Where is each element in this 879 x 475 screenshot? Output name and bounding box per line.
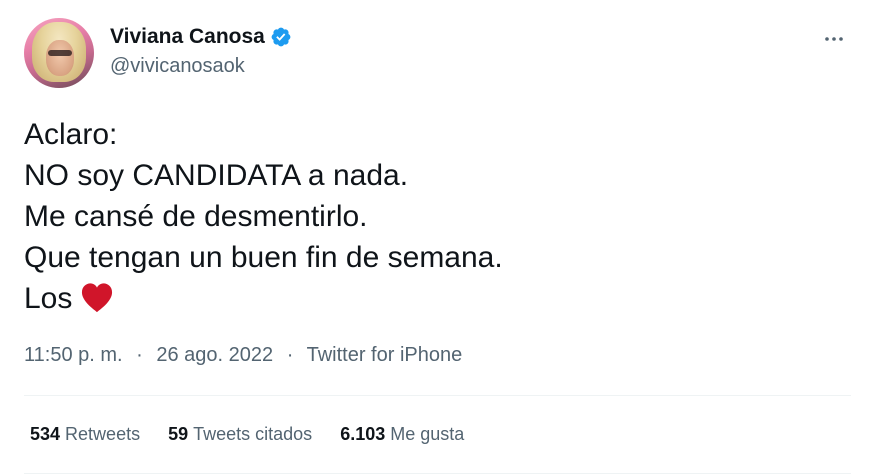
likes-label: Me gusta	[390, 424, 465, 444]
tweet-line-5: Los	[24, 278, 503, 319]
tweet-line-3: Me cansé de desmentirlo.	[24, 200, 368, 233]
tweet-meta: 11:50 p. m. · 26 ago. 2022 · Twitter for…	[24, 342, 462, 368]
tweet-line-4: Que tengan un buen fin de semana.	[24, 241, 503, 274]
likes-count: 6.103	[340, 424, 386, 444]
tweet-line-5-text: Los	[24, 282, 73, 315]
meta-separator: ·	[136, 344, 143, 366]
retweets-stat[interactable]: 534 Retweets	[30, 422, 140, 446]
retweets-label: Retweets	[65, 424, 141, 444]
likes-stat[interactable]: 6.103 Me gusta	[340, 422, 464, 446]
quote-tweets-count: 59	[168, 424, 189, 444]
tweet-date[interactable]: 26 ago. 2022	[156, 344, 273, 366]
divider	[24, 395, 851, 396]
quote-tweets-label: Tweets citados	[193, 424, 313, 444]
avatar-face	[46, 40, 74, 76]
quote-tweets-stat[interactable]: 59 Tweets citados	[168, 422, 312, 446]
tweet-line-2: NO soy CANDIDATA a nada.	[24, 159, 409, 192]
author-names: Viviana Canosa @vivicanosaok	[110, 24, 292, 79]
more-dots-icon[interactable]	[819, 24, 849, 54]
name-row: Viviana Canosa	[110, 24, 292, 50]
divider	[24, 473, 851, 474]
tweet-text: Aclaro: NO soy CANDIDATA a nada. Me cans…	[24, 114, 503, 319]
tweet-stats: 534 Retweets 59 Tweets citados 6.103 Me …	[30, 422, 492, 446]
author-handle[interactable]: @vivicanosaok	[110, 53, 292, 79]
tweet-card: Viviana Canosa @vivicanosaok Aclaro: NO …	[0, 0, 879, 475]
meta-separator: ·	[286, 344, 294, 366]
red-heart-icon	[80, 282, 114, 314]
tweet-source[interactable]: Twitter for iPhone	[307, 344, 463, 366]
tweet-header: Viviana Canosa @vivicanosaok	[24, 18, 292, 88]
avatar[interactable]	[24, 18, 94, 88]
retweets-count: 534	[30, 424, 61, 444]
tweet-time[interactable]: 11:50 p. m.	[24, 344, 123, 366]
tweet-line-1: Aclaro:	[24, 118, 118, 151]
verified-badge-icon	[270, 26, 292, 48]
author-display-name[interactable]: Viviana Canosa	[110, 24, 265, 50]
avatar-sunglasses	[48, 50, 72, 56]
